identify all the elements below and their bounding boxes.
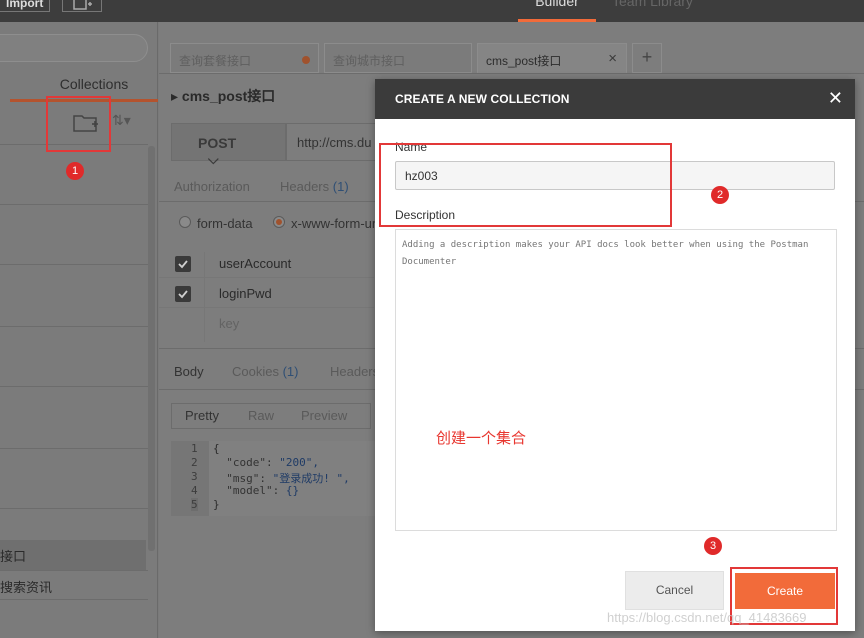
- divider: [0, 264, 148, 265]
- modal-header: CREATE A NEW COLLECTION ✕: [375, 79, 855, 119]
- param-checkbox[interactable]: [175, 286, 191, 302]
- annotation-note: 创建一个集合: [436, 430, 527, 447]
- param-key-placeholder[interactable]: key: [219, 316, 239, 331]
- top-bar: Import Builder Team Library: [0, 0, 864, 22]
- tab-response-cookies[interactable]: Cookies (1): [232, 364, 298, 379]
- code-line: {: [213, 442, 220, 455]
- line-number: 5: [191, 498, 198, 511]
- param-key[interactable]: loginPwd: [219, 286, 272, 301]
- close-icon[interactable]: ✕: [828, 89, 843, 107]
- code-value: "200",: [279, 456, 319, 469]
- sort-icon[interactable]: ⇅▾: [112, 112, 131, 129]
- code-value: {}: [285, 484, 300, 497]
- line-number: 4: [191, 484, 198, 497]
- param-key[interactable]: userAccount: [219, 256, 291, 271]
- view-pretty-button[interactable]: Pretty: [185, 408, 219, 423]
- modal-title: CREATE A NEW COLLECTION: [395, 92, 570, 106]
- param-checkbox[interactable]: [175, 256, 191, 272]
- import-button[interactable]: Import: [0, 0, 50, 12]
- unsaved-dot-icon: [302, 56, 310, 64]
- divider: [0, 386, 148, 387]
- annotation-badge: 3: [704, 537, 722, 555]
- line-number: 3: [191, 470, 198, 483]
- divider: [0, 599, 148, 600]
- request-tab-label: 查询套餐接口: [179, 54, 252, 68]
- sidebar-item-request[interactable]: 搜索资讯: [0, 577, 52, 596]
- tab-response-body[interactable]: Body: [174, 364, 204, 379]
- code-line: "code": "200",: [213, 456, 319, 469]
- radio-x-www-form-urlencoded[interactable]: [273, 216, 285, 228]
- line-number: 1: [191, 442, 198, 455]
- table-row: userAccount: [159, 248, 374, 278]
- breadcrumb: ▸ cms_post接口: [171, 88, 276, 104]
- collection-description-input[interactable]: [395, 229, 837, 531]
- sidebar-search-input[interactable]: [0, 34, 148, 62]
- method-label: POST: [198, 135, 237, 151]
- code-line: }: [213, 498, 220, 511]
- divider: [0, 326, 148, 327]
- tab-builder[interactable]: Builder: [518, 0, 596, 22]
- tab-headers[interactable]: Headers (1): [280, 179, 349, 194]
- check-icon: [178, 290, 188, 299]
- divider: [159, 73, 864, 74]
- request-tab-label: cms_post接口: [486, 54, 562, 68]
- line-number: 2: [191, 456, 198, 469]
- cancel-button[interactable]: Cancel: [625, 571, 724, 610]
- new-tab-button[interactable]: [62, 0, 102, 12]
- divider: [0, 508, 148, 509]
- check-icon: [178, 260, 188, 269]
- radio-form-data-label: form-data: [197, 216, 253, 231]
- table-row: loginPwd: [159, 278, 374, 308]
- radio-x-www-form-label: x-www-form-ur: [291, 216, 377, 231]
- divider: [0, 570, 148, 571]
- request-tab-active[interactable]: cms_post接口 ×: [477, 43, 627, 73]
- divider: [0, 448, 148, 449]
- tab-team-library[interactable]: Team Library: [612, 0, 693, 9]
- annotation-badge: 2: [711, 186, 729, 204]
- annotation-box: [379, 143, 672, 227]
- radio-form-data[interactable]: [179, 216, 191, 228]
- method-select[interactable]: POST ⌵: [171, 123, 286, 167]
- request-tab[interactable]: 查询套餐接口: [170, 43, 319, 73]
- add-tab-button[interactable]: +: [632, 43, 662, 73]
- tab-authorization[interactable]: Authorization: [174, 179, 250, 194]
- request-tab[interactable]: 查询城市接口: [324, 43, 472, 73]
- headers-count: (1): [332, 179, 349, 194]
- view-preview-button[interactable]: Preview: [301, 408, 347, 423]
- tab-headers-label: Headers: [280, 179, 330, 194]
- code-key: "code":: [226, 456, 280, 469]
- sidebar-item-request[interactable]: 接口: [0, 546, 26, 565]
- table-row: key: [159, 308, 374, 338]
- watermark: https://blog.csdn.net/qq_41483669: [607, 610, 807, 625]
- annotation-badge: 1: [66, 162, 84, 180]
- annotation-box: [46, 96, 111, 152]
- new-window-icon: [73, 0, 92, 10]
- chevron-down-icon: ⌵: [208, 151, 219, 167]
- line-gutter: [171, 441, 209, 516]
- code-key: "model":: [226, 484, 286, 497]
- divider: [0, 204, 148, 205]
- sidebar-scrollbar[interactable]: [148, 146, 155, 551]
- url-input[interactable]: http://cms.du: [286, 123, 386, 161]
- response-code-viewer[interactable]: 1 2 3 4 5 { "code": "200", "msg": "登录成功!…: [171, 441, 376, 516]
- close-tab-icon[interactable]: ×: [608, 50, 617, 67]
- tab-cookies-label: Cookies: [232, 364, 279, 379]
- code-line: "model": {}: [213, 484, 299, 497]
- view-raw-button[interactable]: Raw: [248, 408, 274, 423]
- cookies-count: (1): [282, 364, 299, 379]
- request-tab-label: 查询城市接口: [333, 54, 406, 68]
- breadcrumb-label: cms_post接口: [181, 88, 276, 104]
- tab-response-headers[interactable]: Headers: [330, 364, 379, 379]
